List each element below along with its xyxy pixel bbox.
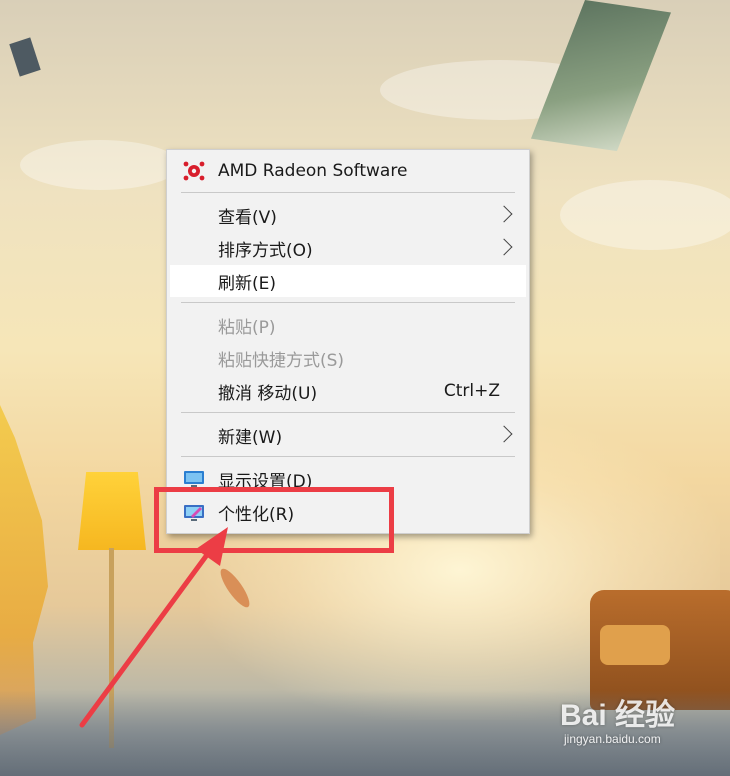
- watermark-brand: Bai 经验: [560, 699, 676, 732]
- menu-item-new[interactable]: 新建(W): [170, 419, 526, 451]
- menu-item-label: 查看(V): [218, 207, 277, 228]
- annotation-highlight-box: [154, 487, 394, 553]
- menu-separator: [181, 192, 515, 193]
- menu-item-label: 排序方式(O): [218, 240, 313, 261]
- cloud: [20, 140, 180, 190]
- menu-item-label: 新建(W): [218, 427, 283, 448]
- cloud: [560, 180, 730, 250]
- menu-item-label: 刷新(E): [218, 273, 277, 294]
- menu-item-label: 粘贴快捷方式(S): [218, 350, 345, 371]
- chevron-right-icon: [495, 205, 513, 223]
- character-figure: [0, 405, 48, 735]
- menu-item-amd-radeon-software[interactable]: AMD Radeon Software: [170, 155, 526, 187]
- watermark: Bai 经验 jingyan.baidu.com: [560, 690, 720, 760]
- menu-item-paste[interactable]: 粘贴(P): [170, 309, 526, 341]
- menu-item-label: AMD Radeon Software: [218, 161, 408, 181]
- keyboard-shortcut: Ctrl+Z: [443, 381, 500, 401]
- menu-item-undo-move[interactable]: 撤消 移动(U) Ctrl+Z: [170, 375, 526, 407]
- menu-item-label: 粘贴(P): [218, 317, 276, 338]
- menu-separator: [181, 456, 515, 457]
- watermark-url: jingyan.baidu.com: [564, 732, 661, 746]
- menu-item-label: 撤消 移动(U): [218, 383, 318, 404]
- menu-item-refresh[interactable]: 刷新(E): [170, 265, 526, 297]
- lamp-shade: [78, 472, 146, 550]
- amd-radeon-icon: [182, 160, 206, 182]
- chevron-right-icon: [495, 238, 513, 256]
- floating-paper: [9, 37, 41, 77]
- menu-separator: [181, 412, 515, 413]
- menu-item-sort-by[interactable]: 排序方式(O): [170, 232, 526, 264]
- menu-item-view[interactable]: 查看(V): [170, 199, 526, 231]
- sofa-cushion: [600, 625, 670, 665]
- menu-separator: [181, 302, 515, 303]
- menu-item-paste-shortcut[interactable]: 粘贴快捷方式(S): [170, 342, 526, 374]
- desktop-context-menu: AMD Radeon Software 查看(V) 排序方式(O) 刷新(E) …: [166, 149, 530, 534]
- chevron-right-icon: [495, 425, 513, 443]
